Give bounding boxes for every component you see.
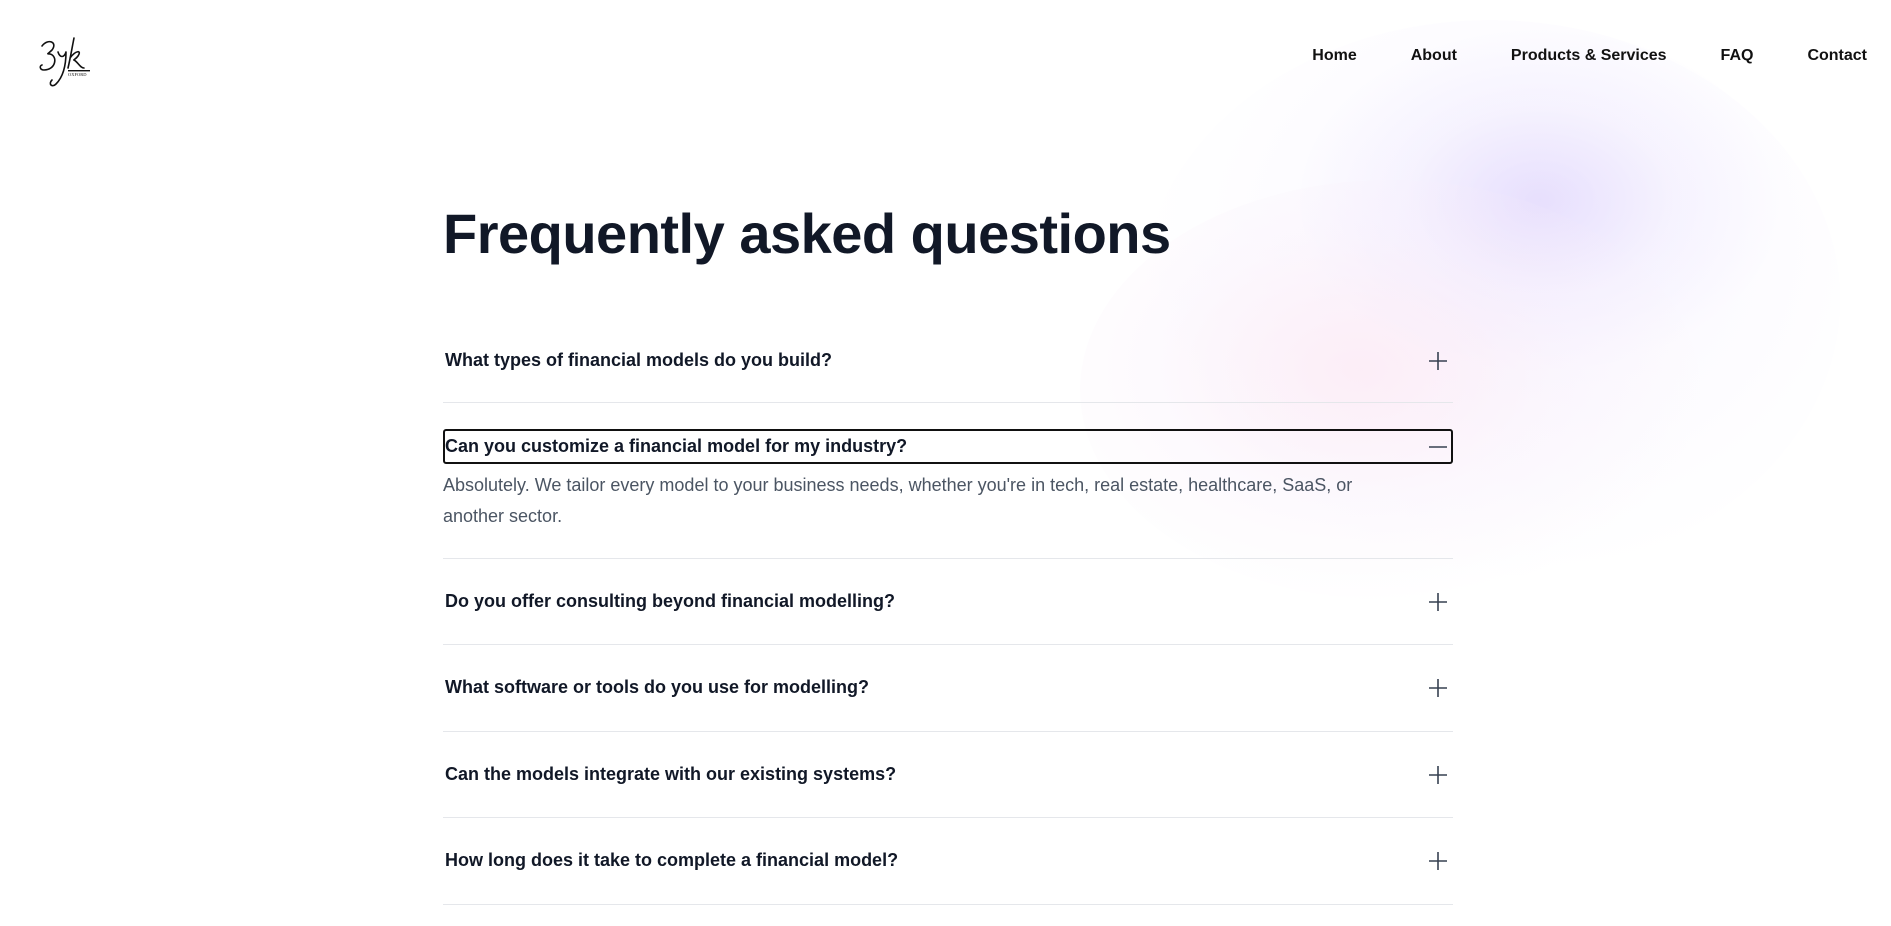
minus-icon: [1429, 445, 1447, 448]
faq-item: What types of financial models do you bu…: [443, 328, 1453, 403]
faq-question-toggle[interactable]: Do you offer consulting beyond financial…: [443, 584, 1453, 619]
faq-answer: Absolutely. We tailor every model to you…: [443, 475, 1353, 526]
nav-about[interactable]: About: [1411, 47, 1457, 65]
faq-question: Can the models integrate with our existi…: [445, 764, 897, 784]
nav-home[interactable]: Home: [1312, 47, 1356, 65]
faq-question-toggle[interactable]: What software or tools do you use for mo…: [443, 670, 1453, 705]
nav-contact[interactable]: Contact: [1807, 47, 1867, 65]
logo[interactable]: OXFORD: [38, 36, 94, 88]
logo-wordmark: OXFORD: [68, 72, 87, 77]
faq-question-toggle[interactable]: What types of financial models do you bu…: [443, 343, 1453, 378]
faq-item: Can you customize a financial model for …: [443, 403, 1453, 559]
plus-icon: [1429, 592, 1447, 611]
faq-list: What types of financial models do you bu…: [443, 328, 1453, 905]
page-title: Frequently asked questions: [443, 202, 1171, 265]
logo-mark: OXFORD: [39, 37, 90, 87]
faq-item: Can the models integrate with our existi…: [443, 732, 1453, 818]
faq-question-toggle[interactable]: Can the models integrate with our existi…: [443, 757, 1453, 792]
plus-icon: [1429, 851, 1447, 870]
faq-item: How long does it take to complete a fina…: [443, 818, 1453, 905]
faq-question-toggle[interactable]: How long does it take to complete a fina…: [443, 843, 1453, 878]
faq-section: Frequently asked questions What types of…: [443, 200, 1453, 905]
faq-item: What software or tools do you use for mo…: [443, 645, 1453, 732]
faq-item: Do you offer consulting beyond financial…: [443, 559, 1453, 645]
faq-question-toggle[interactable]: Can you customize a financial model for …: [443, 429, 1453, 464]
plus-icon: [1429, 351, 1447, 370]
faq-question: Can you customize a financial model for …: [445, 436, 908, 456]
faq-question: What software or tools do you use for mo…: [445, 677, 870, 697]
nav-products-services[interactable]: Products & Services: [1511, 47, 1667, 65]
nav-faq[interactable]: FAQ: [1721, 47, 1754, 65]
faq-page: OXFORD Home About Products & Services FA…: [0, 0, 1891, 926]
faq-question: What types of financial models do you bu…: [445, 350, 833, 370]
faq-question: Do you offer consulting beyond financial…: [445, 591, 896, 611]
main-nav: Home About Products & Services FAQ Conta…: [1258, 47, 1867, 65]
plus-icon: [1429, 678, 1447, 697]
plus-icon: [1429, 765, 1447, 784]
faq-question: How long does it take to complete a fina…: [445, 850, 899, 870]
